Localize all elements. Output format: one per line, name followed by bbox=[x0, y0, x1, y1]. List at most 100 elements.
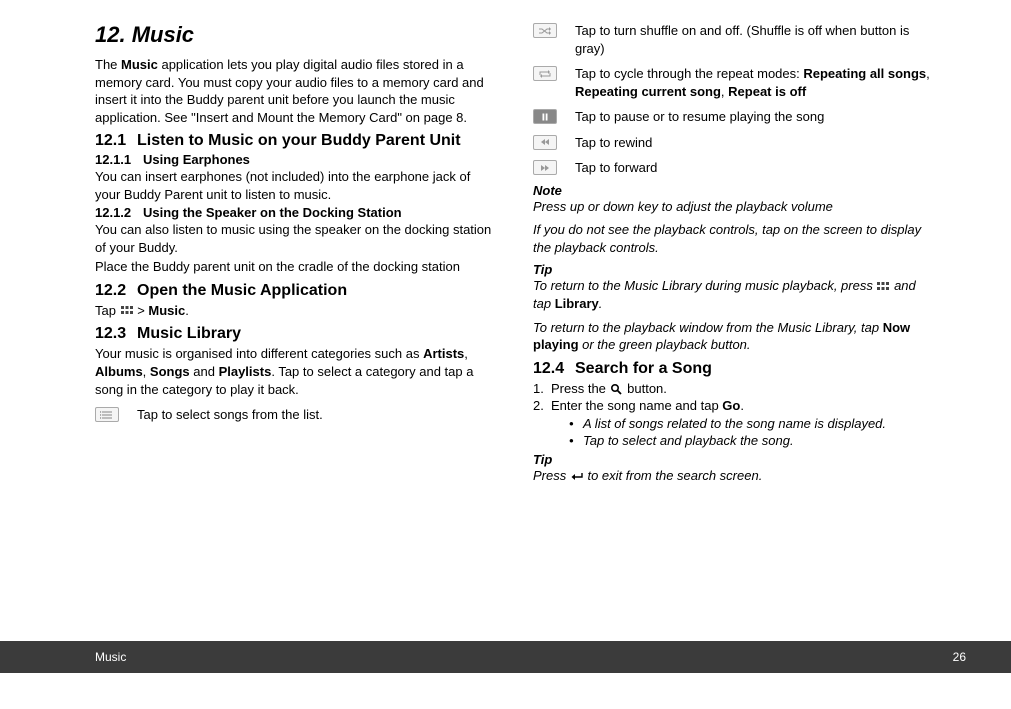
item-number: 1. bbox=[533, 380, 551, 398]
section-12-1-1: 12.1.1 Using Earphones bbox=[95, 152, 493, 167]
repeat-icon bbox=[533, 66, 557, 81]
control-desc: Tap to select songs from the list. bbox=[137, 406, 493, 424]
text: Tap to select and playback the song. bbox=[583, 432, 794, 450]
text-bold: Music bbox=[148, 303, 185, 318]
control-desc: Tap to cycle through the repeat modes: R… bbox=[575, 65, 931, 100]
text-bold: Repeat is off bbox=[728, 84, 806, 99]
text: Enter the song name and tap bbox=[551, 398, 722, 413]
section-title: Listen to Music on your Buddy Parent Uni… bbox=[137, 132, 493, 150]
intro-paragraph: The Music application lets you play digi… bbox=[95, 56, 493, 126]
document-page: 12. Music The Music application lets you… bbox=[0, 0, 1011, 709]
control-desc: Tap to forward bbox=[575, 159, 931, 177]
sub-list: A list of songs related to the song name… bbox=[569, 415, 931, 450]
page-footer: Music 26 bbox=[0, 641, 1011, 673]
text: button. bbox=[624, 381, 667, 396]
subsection-title: Using Earphones bbox=[143, 152, 250, 167]
shuffle-icon bbox=[533, 23, 557, 38]
body-text: You can insert earphones (not included) … bbox=[95, 168, 493, 203]
columns: 12. Music The Music application lets you… bbox=[95, 22, 931, 610]
section-12-2: 12.2 Open the Music Application bbox=[95, 282, 493, 300]
text: Tap to cycle through the repeat modes: bbox=[575, 66, 803, 81]
body-text: You can also listen to music using the s… bbox=[95, 221, 493, 256]
section-title: Music Library bbox=[137, 325, 493, 343]
text-bold: Repeating all songs bbox=[803, 66, 926, 81]
tip-body: To return to the Music Library during mu… bbox=[533, 277, 931, 312]
pause-icon bbox=[533, 109, 557, 124]
control-row-pause: Tap to pause or to resume playing the so… bbox=[533, 108, 931, 126]
sub-list-item: A list of songs related to the song name… bbox=[569, 415, 931, 433]
section-title: Open the Music Application bbox=[137, 282, 493, 300]
list-item: 1. Press the button. bbox=[533, 380, 931, 398]
control-row-rewind: Tap to rewind bbox=[533, 134, 931, 152]
text-bold: Songs bbox=[150, 364, 190, 379]
section-12-4: 12.4 Search for a Song bbox=[533, 360, 931, 378]
footer-section: Music bbox=[95, 650, 126, 664]
text: and bbox=[190, 364, 219, 379]
apps-grid-icon bbox=[120, 305, 134, 317]
back-arrow-icon bbox=[570, 470, 584, 482]
note-body: Press up or down key to adjust the playb… bbox=[533, 198, 931, 216]
left-column: 12. Music The Music application lets you… bbox=[95, 22, 493, 610]
text: Tap bbox=[95, 303, 120, 318]
text-bold: Repeating current song bbox=[575, 84, 721, 99]
text: , bbox=[464, 346, 468, 361]
section-12-3: 12.3 Music Library bbox=[95, 325, 493, 343]
apps-grid-icon bbox=[876, 281, 890, 293]
text: Press bbox=[533, 468, 570, 483]
text-bold: Music bbox=[121, 57, 158, 72]
control-desc: Tap to pause or to resume playing the so… bbox=[575, 108, 931, 126]
search-icon bbox=[610, 383, 624, 395]
text-bold: Artists bbox=[423, 346, 464, 361]
text: Press the bbox=[551, 381, 610, 396]
forward-icon bbox=[533, 160, 557, 175]
text-bold: Go bbox=[722, 398, 740, 413]
item-body: Press the button. bbox=[551, 380, 667, 398]
section-12-1-2: 12.1.2 Using the Speaker on the Docking … bbox=[95, 205, 493, 220]
sub-list-item: Tap to select and playback the song. bbox=[569, 432, 931, 450]
tip-heading: Tip bbox=[533, 452, 931, 467]
footer-page-number: 26 bbox=[953, 650, 966, 664]
text: . bbox=[185, 303, 189, 318]
tip-body: Press to exit from the search screen. bbox=[533, 467, 931, 485]
text: > bbox=[134, 303, 149, 318]
section-number: 12.4 bbox=[533, 360, 575, 378]
text: Your music is organised into different c… bbox=[95, 346, 423, 361]
body-text: Your music is organised into different c… bbox=[95, 345, 493, 398]
subsection-number: 12.1.1 bbox=[95, 152, 143, 167]
text: . bbox=[599, 296, 603, 311]
bottom-margin bbox=[0, 673, 1011, 709]
control-desc: Tap to rewind bbox=[575, 134, 931, 152]
body-text: Tap > Music. bbox=[95, 302, 493, 320]
text: To return to the playback window from th… bbox=[533, 320, 883, 335]
text: . bbox=[740, 398, 744, 413]
section-12-1: 12.1 Listen to Music on your Buddy Paren… bbox=[95, 132, 493, 150]
text: A list of songs related to the song name… bbox=[583, 415, 886, 433]
text: to exit from the search screen. bbox=[584, 468, 762, 483]
control-row-repeat: Tap to cycle through the repeat modes: R… bbox=[533, 65, 931, 100]
right-column: Tap to turn shuffle on and off. (Shuffle… bbox=[533, 22, 931, 610]
tip-body: To return to the playback window from th… bbox=[533, 319, 931, 354]
section-number: 12.1 bbox=[95, 132, 137, 150]
item-body: Enter the song name and tap Go. A list o… bbox=[551, 397, 931, 450]
list-item: 2. Enter the song name and tap Go. A lis… bbox=[533, 397, 931, 450]
subsection-number: 12.1.2 bbox=[95, 205, 143, 220]
numbered-list: 1. Press the button. 2. Enter the song n… bbox=[533, 380, 931, 450]
text: , bbox=[926, 66, 930, 81]
text-bold: Playlists bbox=[219, 364, 272, 379]
note-heading: Note bbox=[533, 183, 931, 198]
text-bold: Library bbox=[555, 296, 599, 311]
note-body: If you do not see the playback controls,… bbox=[533, 221, 931, 256]
control-desc: Tap to turn shuffle on and off. (Shuffle… bbox=[575, 22, 931, 57]
body-text: Place the Buddy parent unit on the cradl… bbox=[95, 258, 493, 276]
tip-heading: Tip bbox=[533, 262, 931, 277]
section-title: Search for a Song bbox=[575, 360, 931, 378]
subsection-title: Using the Speaker on the Docking Station bbox=[143, 205, 402, 220]
text: The bbox=[95, 57, 121, 72]
section-number: 12.2 bbox=[95, 282, 137, 300]
control-row-forward: Tap to forward bbox=[533, 159, 931, 177]
text-bold: Albums bbox=[95, 364, 143, 379]
control-row-list: Tap to select songs from the list. bbox=[95, 406, 493, 424]
list-icon bbox=[95, 407, 119, 422]
item-number: 2. bbox=[533, 397, 551, 450]
section-number: 12.3 bbox=[95, 325, 137, 343]
